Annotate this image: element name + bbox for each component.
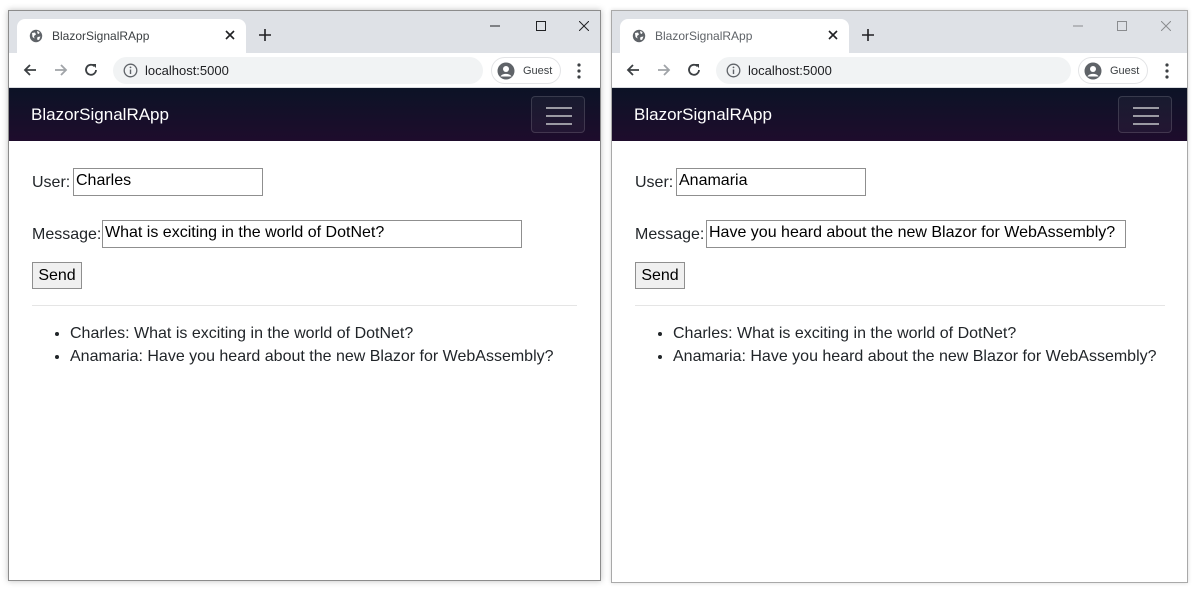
browser-tab[interactable]: BlazorSignalRApp — [17, 19, 246, 53]
maximize-icon — [536, 21, 546, 31]
hamburger-icon — [1133, 107, 1159, 125]
tab-strip: BlazorSignalRApp — [9, 11, 600, 53]
app-brand[interactable]: BlazorSignalRApp — [31, 105, 169, 125]
user-input[interactable]: Charles — [73, 168, 263, 196]
browser-window-left: BlazorSignalRApp localhost:5000 Guest Bl… — [8, 10, 601, 581]
minimize-icon — [490, 25, 500, 27]
profile-button[interactable]: Guest — [491, 57, 561, 84]
profile-label: Guest — [523, 65, 553, 77]
close-icon — [579, 21, 589, 31]
user-input[interactable]: Anamaria — [676, 168, 866, 196]
maximize-button[interactable] — [1099, 11, 1145, 41]
app-brand[interactable]: BlazorSignalRApp — [634, 105, 772, 125]
user-label: User: — [635, 174, 674, 191]
address-bar[interactable]: localhost:5000 — [113, 57, 483, 84]
reload-icon[interactable] — [685, 61, 703, 79]
hamburger-icon — [546, 107, 572, 125]
close-icon[interactable] — [222, 27, 238, 43]
reload-icon[interactable] — [82, 61, 100, 79]
globe-icon — [29, 29, 43, 43]
info-icon[interactable] — [726, 63, 741, 78]
plus-icon[interactable] — [860, 27, 876, 43]
minimize-button[interactable] — [472, 11, 518, 41]
url-text: localhost:5000 — [748, 63, 832, 78]
tab-strip: BlazorSignalRApp — [612, 11, 1187, 53]
info-icon[interactable] — [123, 63, 138, 78]
address-bar[interactable]: localhost:5000 — [716, 57, 1071, 84]
maximize-icon — [1117, 21, 1127, 31]
send-button[interactable]: Send — [635, 262, 685, 289]
divider — [635, 305, 1165, 306]
browser-tab[interactable]: BlazorSignalRApp — [620, 19, 849, 53]
list-item: Charles: What is exciting in the world o… — [70, 322, 554, 345]
browser-toolbar: localhost:5000 Guest — [9, 53, 600, 88]
list-item: Anamaria: Have you heard about the new B… — [70, 345, 554, 368]
more-vert-icon[interactable] — [572, 62, 586, 80]
profile-button[interactable]: Guest — [1078, 57, 1148, 84]
forward-arrow-icon[interactable] — [655, 61, 673, 79]
browser-window-right: BlazorSignalRApp localhost:5000 Guest Bl… — [611, 10, 1188, 583]
divider — [32, 305, 577, 306]
globe-icon — [632, 29, 646, 43]
avatar-icon — [497, 62, 515, 80]
forward-arrow-icon[interactable] — [52, 61, 70, 79]
app-navbar: BlazorSignalRApp — [612, 88, 1187, 141]
url-text: localhost:5000 — [145, 63, 229, 78]
navbar-toggler[interactable] — [1118, 96, 1172, 133]
messages-list: Charles: What is exciting in the world o… — [70, 322, 554, 368]
close-icon[interactable] — [825, 27, 841, 43]
close-window-button[interactable] — [561, 11, 600, 41]
page-content: User: Anamaria Message: Have you heard a… — [612, 141, 1187, 582]
back-arrow-icon[interactable] — [624, 61, 642, 79]
navbar-toggler[interactable] — [531, 96, 585, 133]
message-label: Message: — [32, 226, 102, 243]
send-button[interactable]: Send — [32, 262, 82, 289]
app-navbar: BlazorSignalRApp — [9, 88, 600, 141]
message-input[interactable]: Have you heard about the new Blazor for … — [706, 220, 1126, 248]
close-icon — [1161, 21, 1171, 31]
minimize-icon — [1073, 25, 1083, 27]
list-item: Anamaria: Have you heard about the new B… — [673, 345, 1157, 368]
tab-title: BlazorSignalRApp — [655, 29, 753, 43]
avatar-icon — [1084, 62, 1102, 80]
page-content: User: Charles Message: What is exciting … — [9, 141, 600, 580]
maximize-button[interactable] — [518, 11, 564, 41]
message-label: Message: — [635, 226, 705, 243]
messages-list: Charles: What is exciting in the world o… — [673, 322, 1157, 368]
tab-title: BlazorSignalRApp — [52, 29, 150, 43]
list-item: Charles: What is exciting in the world o… — [673, 322, 1157, 345]
close-window-button[interactable] — [1143, 11, 1187, 41]
plus-icon[interactable] — [257, 27, 273, 43]
more-vert-icon[interactable] — [1160, 62, 1174, 80]
user-label: User: — [32, 174, 71, 191]
minimize-button[interactable] — [1055, 11, 1101, 41]
profile-label: Guest — [1110, 65, 1140, 77]
message-input[interactable]: What is exciting in the world of DotNet? — [102, 220, 522, 248]
back-arrow-icon[interactable] — [21, 61, 39, 79]
browser-toolbar: localhost:5000 Guest — [612, 53, 1187, 88]
